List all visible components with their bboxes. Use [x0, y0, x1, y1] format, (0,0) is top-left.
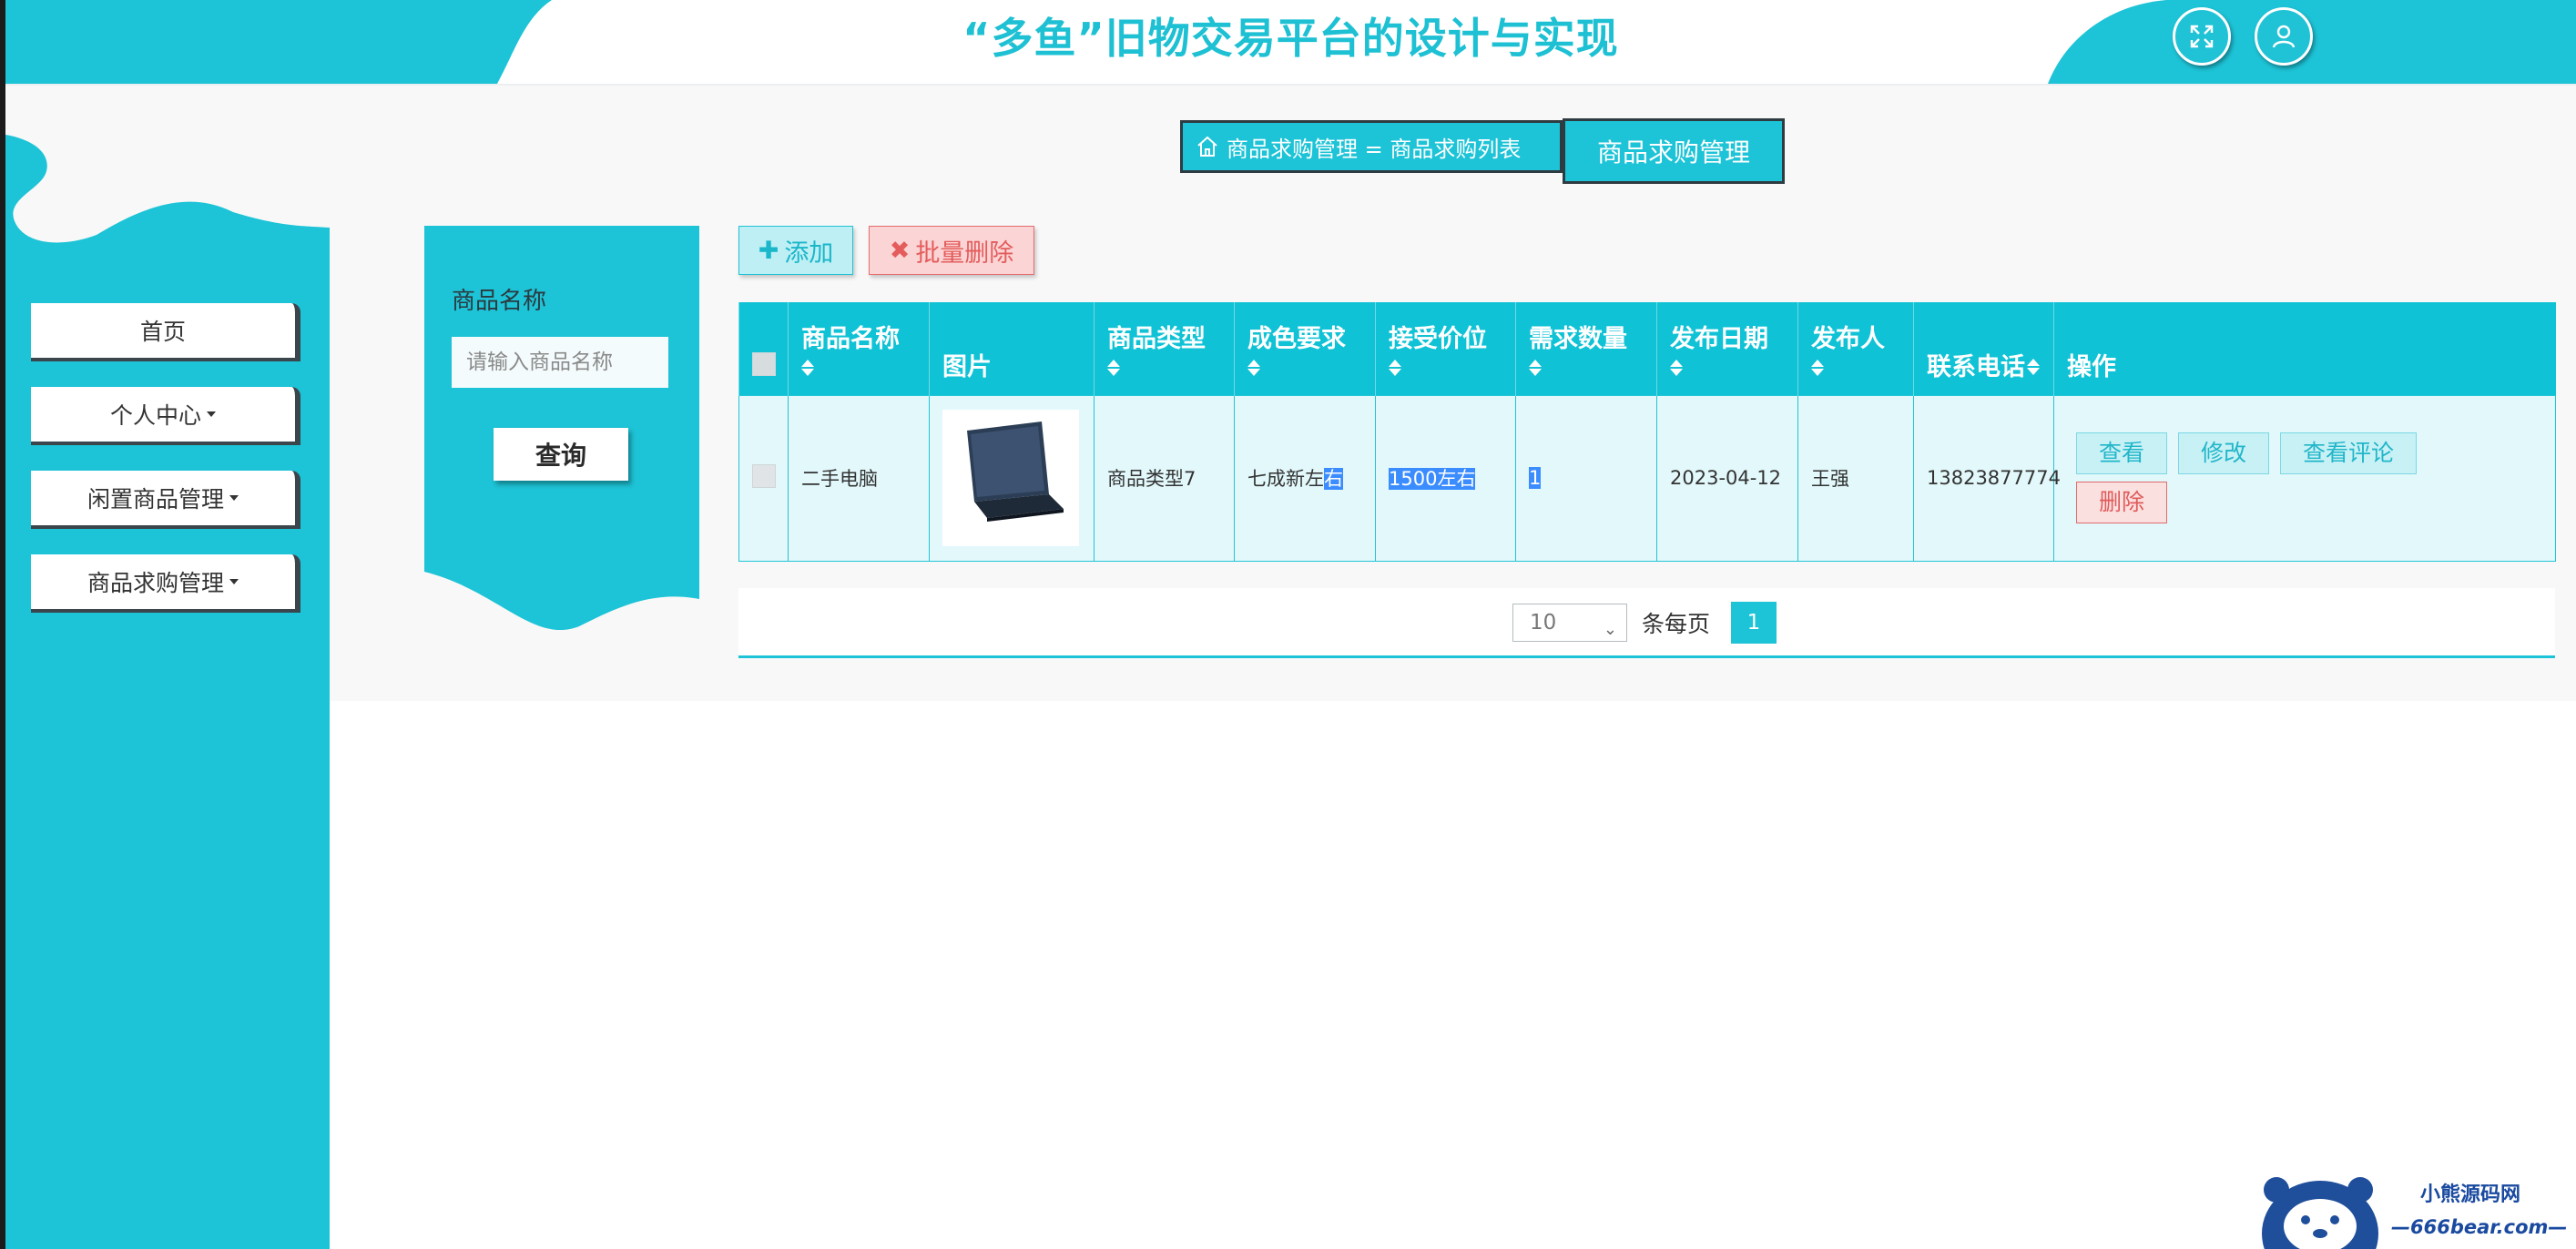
select-all-checkbox[interactable] [752, 351, 776, 376]
page-number-button[interactable]: 1 [1731, 602, 1777, 644]
search-button[interactable]: 查询 [494, 428, 628, 481]
cell-type: 商品类型7 [1094, 394, 1235, 562]
column-header-image: 图片 [929, 302, 1095, 395]
sort-icon[interactable] [1670, 359, 1683, 376]
batch-delete-label: 批量删除 [915, 239, 1014, 268]
column-header-phone[interactable]: 联系电话 [1913, 302, 2054, 395]
fullscreen-button[interactable] [2173, 7, 2231, 66]
add-button[interactable]: ✚ 添加 [738, 226, 853, 275]
caret-down-icon [229, 579, 239, 584]
sort-icon[interactable] [1247, 359, 1260, 376]
cell-actions: 查看 修改 查看评论 删除 [2053, 394, 2556, 562]
delete-button[interactable]: 删除 [2076, 482, 2168, 523]
cell-quantity: 1 [1515, 394, 1657, 562]
column-header-type[interactable]: 商品类型 [1094, 302, 1235, 395]
fullscreen-icon [2190, 25, 2214, 48]
close-icon: ✖ [889, 236, 911, 265]
column-header-publisher[interactable]: 发布人 [1797, 302, 1914, 395]
view-comments-button[interactable]: 查看评论 [2280, 432, 2418, 474]
caret-down-icon [229, 495, 239, 501]
page-size-value: 10 [1530, 611, 1557, 635]
home-icon[interactable] [1196, 135, 1219, 158]
sort-icon[interactable] [1107, 359, 1120, 376]
sidebar-item-label: 个人中心 [109, 402, 201, 429]
chevron-down-icon: ⌄ [1603, 620, 1617, 639]
laptop-image [942, 410, 1079, 546]
user-button[interactable] [2255, 7, 2313, 66]
row-select-cell [738, 394, 789, 562]
breadcrumb: 商品求购管理 = 商品求购列表 [1180, 120, 1563, 173]
row-checkbox[interactable] [752, 463, 776, 488]
table-row: 二手电脑 商品类型7 七成新左右 1500左右 1 2023-04-12 王强 … [738, 394, 2556, 562]
sidebar-item-label: 商品求购管理 [87, 570, 224, 596]
column-header-date[interactable]: 发布日期 [1656, 302, 1798, 395]
sidebar-item-label: 首页 [139, 319, 186, 345]
column-header-condition[interactable]: 成色要求 [1234, 302, 1376, 395]
batch-delete-button[interactable]: ✖ 批量删除 [869, 226, 1034, 275]
sidebar-item-home[interactable]: 首页 [31, 303, 300, 361]
cell-date: 2023-04-12 [1656, 394, 1798, 562]
select-all-cell [738, 302, 789, 395]
caret-down-icon [207, 411, 216, 417]
sort-icon[interactable] [1389, 359, 1401, 376]
cell-price: 1500左右 [1375, 394, 1516, 562]
search-panel: 商品名称 查询 [424, 226, 699, 635]
cell-image [929, 394, 1095, 562]
sidebar: 首页 个人中心 闲置商品管理 商品求购管理 [5, 135, 330, 1249]
purchase-table: 商品名称 图片 商品类型 成色要求 接受价位 需求数量 发布日期 发布人 联系电… [738, 302, 2556, 562]
sort-icon[interactable] [801, 359, 814, 376]
pagination: 10 ⌄ 条每页 1 [738, 588, 2555, 658]
cell-phone: 13823877774 [1913, 394, 2061, 562]
column-header-quantity[interactable]: 需求数量 [1515, 302, 1657, 395]
sort-icon[interactable] [1529, 359, 1542, 376]
edit-button[interactable]: 修改 [2178, 432, 2270, 474]
per-page-label: 条每页 [1642, 611, 1711, 637]
watermark-line2: —666bear.com— [2391, 1216, 2568, 1238]
product-name-search-input[interactable] [452, 337, 668, 388]
breadcrumb-current: 商品求购管理 [1563, 118, 1785, 184]
user-icon [2272, 25, 2296, 48]
sidebar-background [5, 135, 330, 1249]
sidebar-item-idle-goods[interactable]: 闲置商品管理 [31, 471, 300, 529]
search-label: 商品名称 [452, 288, 547, 315]
breadcrumb-path[interactable]: 商品求购管理 = 商品求购列表 [1227, 131, 1521, 163]
sidebar-item-personal-center[interactable]: 个人中心 [31, 387, 300, 445]
cell-publisher: 王强 [1797, 394, 1914, 562]
table-header-row: 商品名称 图片 商品类型 成色要求 接受价位 需求数量 发布日期 发布人 联系电… [738, 302, 2556, 395]
cell-condition: 七成新左右 [1234, 394, 1376, 562]
cell-name: 二手电脑 [788, 394, 930, 562]
page-size-select[interactable]: 10 ⌄ [1512, 604, 1627, 642]
sidebar-item-purchase-requests[interactable]: 商品求购管理 [31, 554, 300, 613]
sort-icon[interactable] [2027, 358, 2040, 375]
sort-icon[interactable] [1811, 359, 1824, 376]
plus-icon: ✚ [758, 236, 779, 265]
add-button-label: 添加 [784, 239, 834, 268]
top-header: “多鱼”旧物交易平台的设计与实现 [5, 0, 2576, 86]
column-header-name[interactable]: 商品名称 [788, 302, 930, 395]
column-header-price[interactable]: 接受价位 [1375, 302, 1516, 395]
watermark-line1: 小熊源码网 [2420, 1183, 2521, 1206]
view-button[interactable]: 查看 [2076, 432, 2168, 474]
sidebar-item-label: 闲置商品管理 [87, 486, 224, 513]
column-header-actions: 操作 [2053, 302, 2556, 395]
